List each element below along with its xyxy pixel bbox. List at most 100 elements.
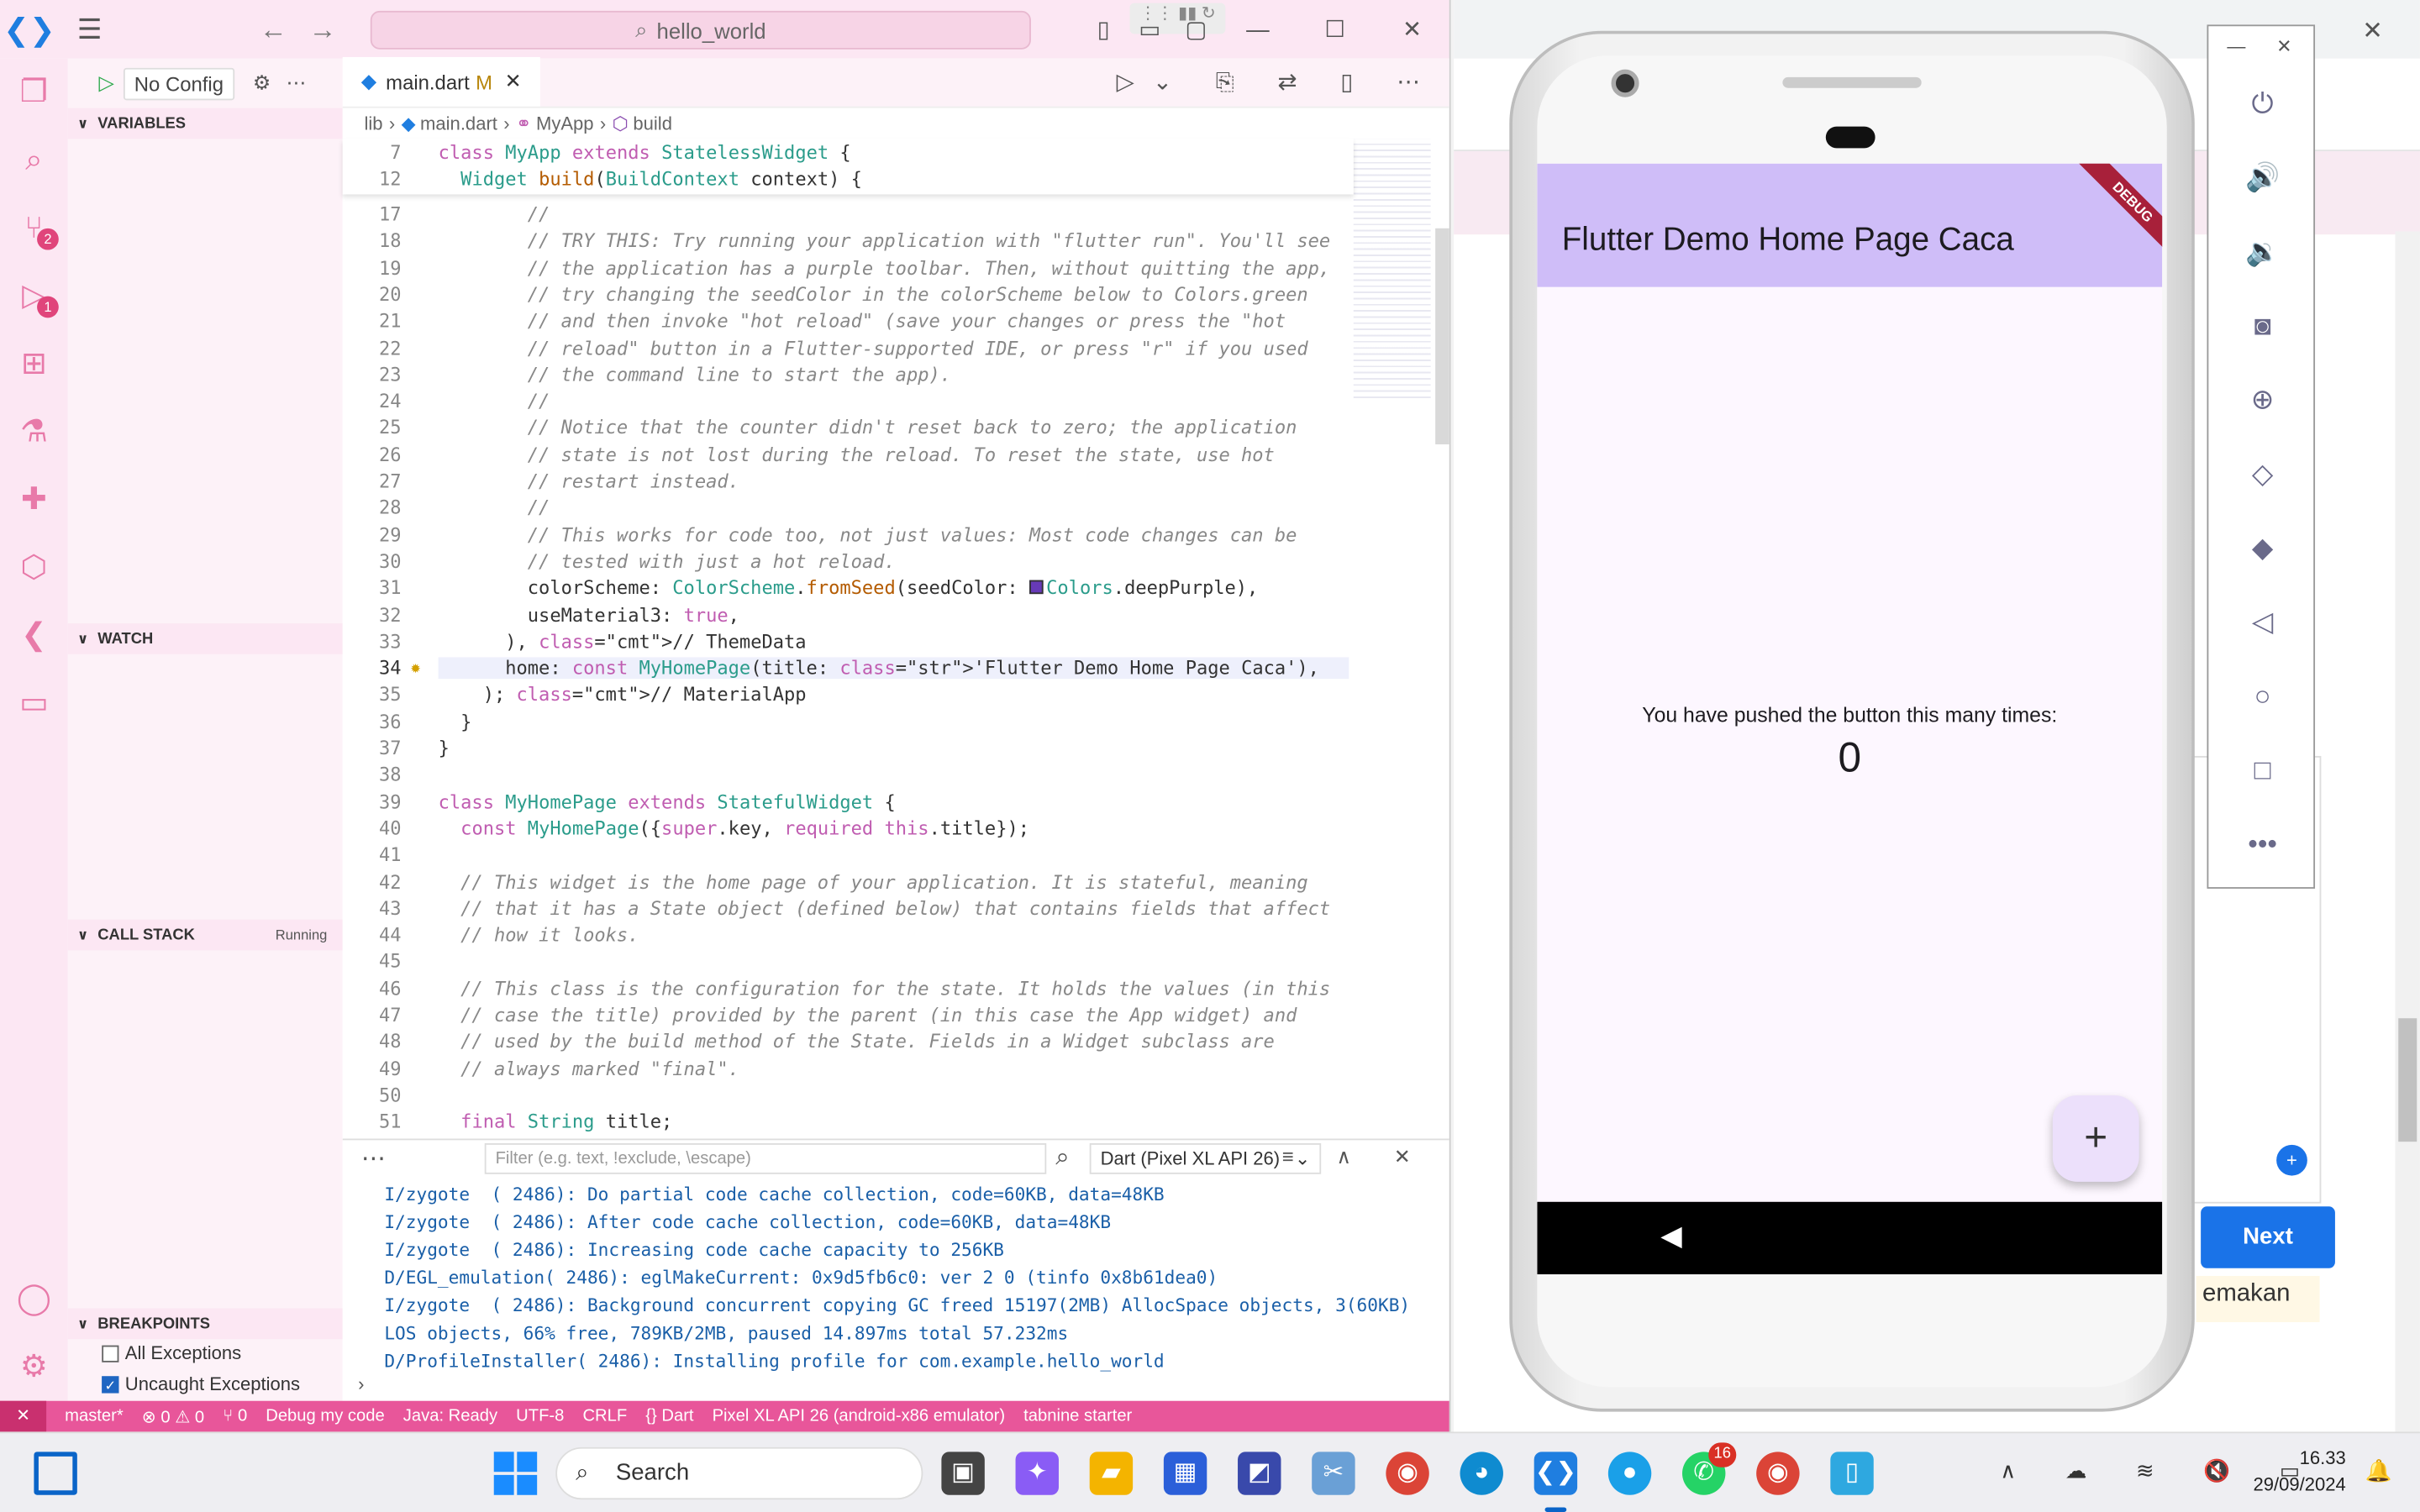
toggle-panel-icon[interactable]: ▭ — [1127, 15, 1173, 43]
code-line: // — [438, 390, 550, 412]
emulator-icon[interactable]: ▯ — [1830, 1452, 1874, 1495]
app-icon[interactable]: ◩ — [1238, 1452, 1281, 1495]
status-java[interactable]: Java: Ready — [403, 1407, 497, 1425]
nav-arrows[interactable]: ←→ — [260, 13, 359, 46]
breadcrumb-item[interactable]: main.dart — [420, 113, 497, 134]
back-icon[interactable]: ◀ — [1660, 1221, 1681, 1253]
checkbox[interactable] — [102, 1344, 119, 1362]
clock[interactable]: 16.33 29/09/2024 — [2253, 1446, 2345, 1498]
snipping-tool-icon[interactable]: ✂ — [1312, 1452, 1355, 1495]
screenshot-icon[interactable]: ◙ — [2208, 310, 2317, 343]
minimize-icon[interactable]: — — [2227, 35, 2245, 57]
file-explorer-icon[interactable]: ▰ — [1089, 1452, 1134, 1495]
remote-icon[interactable]: ✕ — [0, 1400, 47, 1432]
taskbar-search[interactable]: ⌕ Search — [555, 1446, 923, 1500]
account-icon[interactable]: ◯ — [13, 1278, 55, 1320]
chrome-profile-icon[interactable]: ◉ — [1756, 1452, 1800, 1495]
counter-value: 0 — [1838, 734, 1862, 781]
volume-up-icon[interactable]: 🔊 — [2208, 162, 2317, 195]
remote-icon[interactable]: ⬡ — [13, 546, 55, 589]
status-eol[interactable]: CRLF — [582, 1407, 627, 1425]
flutter-icon[interactable]: ❮ — [13, 614, 55, 657]
settings-gear-icon[interactable]: ⚙ — [253, 71, 271, 95]
call-stack-section[interactable]: ∨ CALL STACK Running — [67, 919, 343, 951]
rotate-right-icon[interactable]: ◆ — [2208, 533, 2317, 565]
status-debug[interactable]: Debug my code — [266, 1407, 385, 1425]
breakpoints-section[interactable]: ∨ BREAKPOINTS — [67, 1308, 343, 1340]
volume-down-icon[interactable]: 🔉 — [2208, 236, 2317, 269]
close-button[interactable]: ✕ — [1374, 15, 1449, 43]
search-icon[interactable]: ⌕ — [1055, 1145, 1069, 1173]
command-center[interactable]: ⌕ hello_world — [370, 10, 1031, 50]
minimize-button[interactable]: — — [1219, 16, 1297, 42]
more-icon[interactable]: ⋯ — [287, 71, 307, 95]
minimap[interactable] — [1353, 139, 1431, 402]
close-icon[interactable]: ✕ — [2276, 35, 2291, 57]
breadcrumb-item[interactable]: MyApp — [536, 113, 594, 134]
increment-fab[interactable]: + — [2052, 1095, 2139, 1182]
close-tab-icon[interactable]: ✕ — [505, 70, 522, 94]
browser-scrollbar[interactable] — [2395, 231, 2420, 1432]
status-tabnine[interactable]: tabnine starter — [1023, 1407, 1132, 1425]
breakpoint-all-exceptions[interactable]: All Exceptions — [102, 1342, 241, 1364]
sticky-scroll[interactable]: 7 class MyApp extends StatelessWidget { … — [342, 139, 1354, 195]
task-view-icon[interactable]: ▣ — [941, 1452, 985, 1495]
editor-scrollbar[interactable] — [1435, 228, 1449, 444]
chat-icon[interactable]: ▭ — [13, 682, 55, 725]
python-icon[interactable]: ✚ — [13, 478, 55, 521]
back-icon[interactable]: ◁ — [2208, 606, 2317, 639]
toggle-sidebar-icon[interactable]: ▯ — [1081, 15, 1127, 43]
tab-main-dart[interactable]: ◆ main.dart M ✕ — [342, 56, 540, 107]
gear-icon[interactable]: ⚙ — [13, 1346, 55, 1389]
start-icon[interactable] — [493, 1452, 538, 1495]
plus-icon[interactable]: + — [2276, 1144, 2307, 1176]
overview-icon[interactable]: □ — [2208, 754, 2317, 787]
vscode-icon[interactable]: ❮❯ — [1534, 1452, 1578, 1495]
zoom-icon[interactable]: ⊕ — [2208, 384, 2317, 417]
status-ports[interactable]: ⑂ 0 — [223, 1407, 247, 1425]
menu-icon[interactable]: ☰ — [59, 13, 120, 46]
start-debug-icon[interactable]: ▷ — [99, 71, 114, 95]
watch-section[interactable]: ∨ WATCH — [67, 623, 343, 654]
code-area[interactable]: 17 // 18 // TRY THIS: Try running your ap… — [343, 139, 1354, 1138]
run-debug-icon[interactable]: ▷ 1 — [13, 275, 59, 318]
output-filter-input[interactable]: Filter (e.g. text, !exclude, \escape) — [484, 1142, 1047, 1174]
maximize-button[interactable]: ☐ — [1297, 15, 1374, 43]
chrome-icon[interactable]: ◉ — [1386, 1452, 1429, 1495]
run-config-select[interactable]: No Config — [123, 66, 234, 100]
layout-icon[interactable]: ▢ — [1173, 15, 1219, 43]
next-button[interactable]: Next — [2201, 1206, 2335, 1268]
widgets-icon[interactable] — [34, 1452, 77, 1495]
copilot-icon[interactable]: ✦ — [1015, 1452, 1059, 1495]
checkbox-checked[interactable]: ✓ — [102, 1375, 119, 1393]
status-branch[interactable]: master* — [65, 1407, 124, 1425]
extensions-icon[interactable]: ⊞ — [13, 343, 55, 386]
explorer-icon[interactable]: ❐ — [13, 71, 55, 113]
search-activity-icon[interactable]: ⌕ — [13, 139, 55, 181]
store-icon[interactable]: ▦ — [1163, 1452, 1207, 1495]
rotate-left-icon[interactable]: ◇ — [2208, 458, 2317, 491]
panel-more-icon[interactable]: ⋯ — [343, 1143, 404, 1174]
more-icon[interactable]: ••• — [2208, 828, 2317, 861]
variables-section[interactable]: ∨ VARIABLES — [67, 108, 343, 139]
source-control-icon[interactable]: ⑂ 2 — [13, 207, 59, 250]
close-icon[interactable]: ✕ — [2362, 15, 2383, 46]
notification-icon[interactable]: 🔔 — [2365, 1458, 2392, 1484]
lightbulb-icon[interactable]: ✹ — [411, 658, 421, 678]
breadcrumb-item[interactable]: lib — [364, 113, 382, 134]
home-icon[interactable]: ○ — [2208, 680, 2317, 713]
status-language[interactable]: {} Dart — [645, 1407, 693, 1425]
breadcrumb-item[interactable]: build — [633, 113, 672, 134]
app-icon[interactable]: ● — [1607, 1452, 1652, 1495]
testing-icon[interactable]: ⚗ — [13, 411, 55, 454]
panel-actions[interactable]: ≡ ∧ ✕ — [1282, 1145, 1429, 1169]
breakpoint-uncaught-exceptions[interactable]: ✓ Uncaught Exceptions — [102, 1373, 300, 1394]
status-encoding[interactable]: UTF-8 — [516, 1407, 564, 1425]
edge-icon[interactable]: ◕ — [1460, 1452, 1503, 1495]
editor-actions[interactable]: ▷⌄ ⎘ ⇄ ▯ ⋯ — [1117, 68, 1439, 96]
status-problems[interactable]: ⊗ 0 ⚠ 0 — [142, 1406, 204, 1426]
status-device[interactable]: Pixel XL API 26 (android-x86 emulator) — [713, 1407, 1006, 1425]
power-icon[interactable]: ⏻ — [2208, 88, 2317, 121]
code-line: // tested with just a hot reload. — [438, 550, 896, 573]
chevron-down-icon: ∨ — [76, 1315, 89, 1331]
